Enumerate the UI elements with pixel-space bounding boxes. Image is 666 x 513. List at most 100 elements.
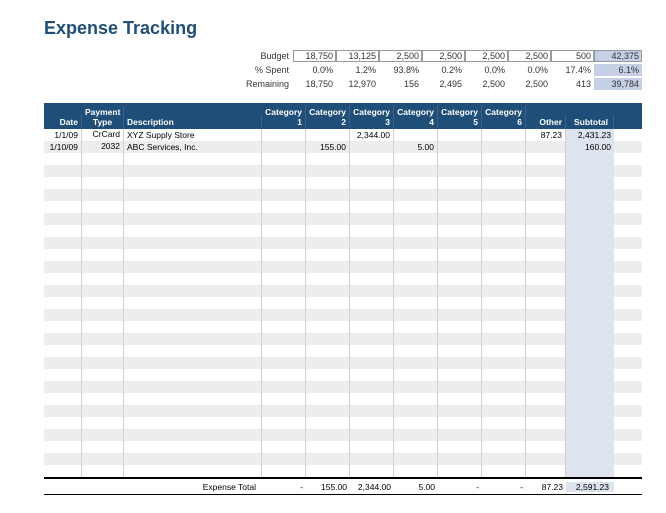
cell-date[interactable]	[44, 357, 82, 369]
table-row[interactable]	[44, 261, 642, 273]
cell-c5[interactable]	[438, 273, 482, 285]
cell-other[interactable]	[526, 225, 566, 237]
cell-c1[interactable]	[262, 177, 306, 189]
cell-desc[interactable]	[124, 321, 262, 333]
cell-other[interactable]	[526, 201, 566, 213]
cell-sub[interactable]	[566, 297, 614, 309]
cell-date[interactable]	[44, 225, 82, 237]
cell-desc[interactable]	[124, 201, 262, 213]
cell-c5[interactable]	[438, 321, 482, 333]
cell-ptype[interactable]	[82, 153, 124, 165]
cell-c2[interactable]	[306, 261, 350, 273]
cell-ptype[interactable]: 2032	[82, 141, 124, 153]
table-row[interactable]	[44, 429, 642, 441]
cell-sub[interactable]	[566, 345, 614, 357]
cell-desc[interactable]	[124, 309, 262, 321]
cell-c4[interactable]	[394, 309, 438, 321]
cell-c1[interactable]	[262, 153, 306, 165]
cell-c2[interactable]	[306, 381, 350, 393]
table-row[interactable]	[44, 333, 642, 345]
cell-desc[interactable]	[124, 225, 262, 237]
cell-c1[interactable]	[262, 321, 306, 333]
cell-other[interactable]	[526, 153, 566, 165]
cell-sub[interactable]	[566, 321, 614, 333]
cell-other[interactable]	[526, 393, 566, 405]
cell-c3[interactable]	[350, 201, 394, 213]
table-row[interactable]	[44, 309, 642, 321]
cell-other[interactable]	[526, 405, 566, 417]
cell-sub[interactable]	[566, 441, 614, 453]
cell-ptype[interactable]	[82, 297, 124, 309]
cell-c3[interactable]	[350, 189, 394, 201]
cell-c1[interactable]	[262, 429, 306, 441]
cell-other[interactable]	[526, 297, 566, 309]
cell-c2[interactable]	[306, 465, 350, 477]
table-row[interactable]	[44, 249, 642, 261]
cell-ptype[interactable]	[82, 429, 124, 441]
cell-desc[interactable]	[124, 249, 262, 261]
cell-c1[interactable]	[262, 333, 306, 345]
cell-c3[interactable]	[350, 393, 394, 405]
cell-c3[interactable]	[350, 441, 394, 453]
cell-c4[interactable]	[394, 465, 438, 477]
cell-sub[interactable]	[566, 429, 614, 441]
budget-cat6[interactable]: 2,500	[508, 50, 551, 62]
cell-date[interactable]	[44, 153, 82, 165]
cell-c5[interactable]	[438, 153, 482, 165]
cell-other[interactable]	[526, 189, 566, 201]
table-row[interactable]	[44, 441, 642, 453]
cell-c5[interactable]	[438, 189, 482, 201]
cell-ptype[interactable]	[82, 453, 124, 465]
cell-c6[interactable]	[482, 177, 526, 189]
cell-desc[interactable]	[124, 393, 262, 405]
budget-cat2[interactable]: 13,125	[336, 50, 379, 62]
table-row[interactable]	[44, 405, 642, 417]
cell-c3[interactable]	[350, 453, 394, 465]
cell-c6[interactable]	[482, 225, 526, 237]
cell-ptype[interactable]	[82, 165, 124, 177]
cell-c4[interactable]	[394, 453, 438, 465]
cell-c4[interactable]	[394, 381, 438, 393]
cell-desc[interactable]	[124, 453, 262, 465]
cell-sub[interactable]	[566, 153, 614, 165]
cell-c2[interactable]	[306, 321, 350, 333]
cell-c2[interactable]	[306, 201, 350, 213]
cell-c5[interactable]	[438, 285, 482, 297]
table-row[interactable]	[44, 273, 642, 285]
cell-desc[interactable]	[124, 345, 262, 357]
cell-ptype[interactable]	[82, 213, 124, 225]
cell-other[interactable]: 87.23	[526, 129, 566, 141]
cell-c6[interactable]	[482, 381, 526, 393]
cell-sub[interactable]	[566, 177, 614, 189]
cell-c5[interactable]	[438, 441, 482, 453]
cell-c4[interactable]	[394, 285, 438, 297]
table-row[interactable]: 1/10/092032ABC Services, Inc.155.005.001…	[44, 141, 642, 153]
cell-c6[interactable]	[482, 189, 526, 201]
cell-c6[interactable]	[482, 297, 526, 309]
table-row[interactable]	[44, 345, 642, 357]
cell-date[interactable]	[44, 177, 82, 189]
cell-other[interactable]	[526, 381, 566, 393]
cell-date[interactable]	[44, 237, 82, 249]
cell-c2[interactable]	[306, 309, 350, 321]
cell-desc[interactable]	[124, 153, 262, 165]
cell-c2[interactable]: 155.00	[306, 141, 350, 153]
cell-c4[interactable]	[394, 441, 438, 453]
cell-c6[interactable]	[482, 213, 526, 225]
cell-sub[interactable]	[566, 453, 614, 465]
table-row[interactable]	[44, 453, 642, 465]
cell-sub[interactable]: 160.00	[566, 141, 614, 153]
cell-date[interactable]	[44, 381, 82, 393]
cell-desc[interactable]	[124, 429, 262, 441]
cell-c5[interactable]	[438, 141, 482, 153]
cell-c3[interactable]	[350, 273, 394, 285]
cell-c1[interactable]	[262, 237, 306, 249]
cell-c2[interactable]	[306, 333, 350, 345]
cell-c4[interactable]	[394, 333, 438, 345]
cell-ptype[interactable]	[82, 381, 124, 393]
cell-c5[interactable]	[438, 333, 482, 345]
cell-c5[interactable]	[438, 405, 482, 417]
cell-c3[interactable]	[350, 333, 394, 345]
cell-sub[interactable]	[566, 249, 614, 261]
cell-c3[interactable]: 2,344.00	[350, 129, 394, 141]
